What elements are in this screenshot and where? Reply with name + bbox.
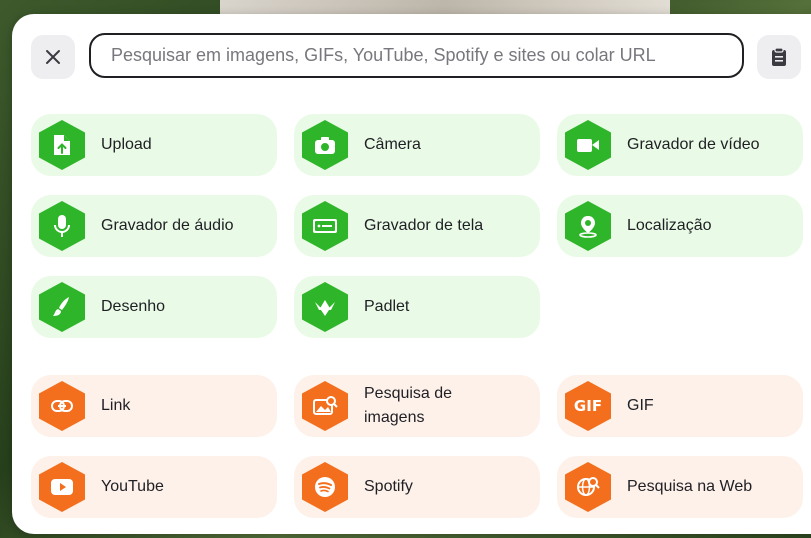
- tile-label: Padlet: [364, 298, 410, 315]
- tile-camera[interactable]: Câmera: [294, 114, 540, 176]
- brush-icon: [39, 282, 85, 332]
- tile-label: Desenho: [101, 298, 166, 315]
- camera-icon: [302, 120, 348, 170]
- tile-link[interactable]: Link: [31, 375, 277, 437]
- tile-image-search[interactable]: Pesquisa de imagens: [294, 375, 540, 437]
- tile-web-search[interactable]: Pesquisa na Web: [557, 456, 803, 518]
- tile-label: Gravador de vídeo: [627, 136, 760, 153]
- tile-label: YouTube: [101, 478, 164, 495]
- location-icon: [565, 201, 611, 251]
- search-box[interactable]: [89, 33, 744, 78]
- tile-padlet[interactable]: Padlet: [294, 276, 540, 338]
- screen-recorder-icon: [302, 201, 348, 251]
- tile-label: Câmera: [364, 136, 421, 153]
- close-button[interactable]: [31, 35, 75, 79]
- tile-label: GIF: [627, 397, 654, 414]
- tile-upload[interactable]: Upload: [31, 114, 277, 176]
- spotify-icon: [302, 462, 348, 512]
- tile-label: Gravador de áudio: [101, 217, 234, 234]
- youtube-icon: [39, 462, 85, 512]
- tile-label: Link: [101, 397, 131, 414]
- microphone-icon: [39, 201, 85, 251]
- video-recorder-icon: [565, 120, 611, 170]
- tile-location[interactable]: Localização: [557, 195, 803, 257]
- upload-icon: [39, 120, 85, 170]
- tile-drawing[interactable]: Desenho: [31, 276, 277, 338]
- tile-gif[interactable]: GIF GIF: [557, 375, 803, 437]
- close-icon: [46, 50, 60, 64]
- tile-label: Pesquisa de imagens: [364, 385, 453, 426]
- tile-label: Spotify: [364, 478, 413, 495]
- tile-label: Localização: [627, 217, 712, 234]
- tile-audio-recorder[interactable]: Gravador de áudio: [31, 195, 277, 257]
- paste-button[interactable]: [757, 35, 801, 79]
- tile-label: Pesquisa na Web: [627, 478, 753, 495]
- tile-video-recorder[interactable]: Gravador de vídeo: [557, 114, 803, 176]
- search-input[interactable]: [109, 44, 724, 67]
- background-image: [220, 0, 670, 14]
- clipboard-icon: [772, 47, 786, 66]
- tile-spotify[interactable]: Spotify: [294, 456, 540, 518]
- tile-youtube[interactable]: YouTube: [31, 456, 277, 518]
- tile-label: Gravador de tela: [364, 217, 484, 234]
- gif-icon: GIF: [565, 381, 611, 431]
- padlet-icon: [302, 282, 348, 332]
- image-search-icon: [302, 381, 348, 431]
- web-search-icon: [565, 462, 611, 512]
- tile-screen-recorder[interactable]: Gravador de tela: [294, 195, 540, 257]
- link-icon: [39, 381, 85, 431]
- tile-label: Upload: [101, 136, 152, 153]
